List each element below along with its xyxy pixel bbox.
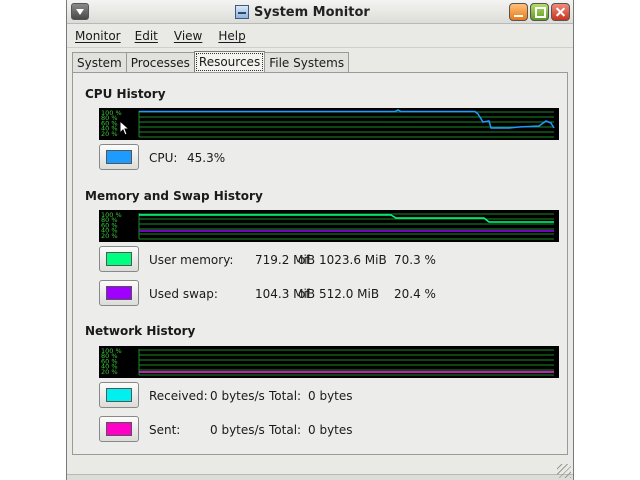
mouse-pointer-icon [119,120,131,136]
menu-view[interactable]: View [174,29,202,43]
received-color-swatch [106,388,132,402]
cpu-line [139,109,555,129]
window-bottom-border [67,474,573,480]
user-memory-color-button[interactable] [99,246,139,272]
system-monitor-icon [235,5,249,19]
user-memory-label: User memory: [149,253,234,267]
user-memory-color-swatch [106,252,132,266]
tab-resources[interactable]: Resources [193,51,266,73]
swap-label: Used swap: [149,287,218,301]
resources-panel: CPU History 100 % 80 % 60 % 40 % 20 % CPU: 4… [72,72,568,455]
user-memory-total: 1023.6 MiB [319,253,387,267]
cpu-color-swatch [106,150,132,164]
menu-monitor[interactable]: Monitor [75,29,121,43]
memory-history-title: Memory and Swap History [85,189,263,203]
memory-history-graph: 100 % 80 % 60 % 40 % 20 % [99,210,559,242]
received-label: Received: [149,389,208,403]
cpu-history-graph: 100 % 80 % 60 % 40 % 20 % [99,108,559,140]
cpu-history-title: CPU History [85,87,166,101]
user-memory-percent: 70.3 % [394,253,436,267]
received-color-button[interactable] [99,382,139,408]
minimize-button[interactable] [509,3,528,21]
menu-help[interactable]: Help [218,29,245,43]
menu-edit[interactable]: Edit [135,29,158,43]
swap-color-button[interactable] [99,280,139,306]
sent-total: 0 bytes [308,423,353,437]
window-title-group: System Monitor [235,3,370,21]
sent-color-button[interactable] [99,416,139,442]
graph-axis-label: 20 % [101,130,118,138]
maximize-button[interactable] [530,3,549,21]
swap-total: 512.0 MiB [319,287,380,301]
swap-color-swatch [106,286,132,300]
received-rate: 0 bytes/s [210,389,265,403]
tab-processes[interactable]: Processes [125,52,195,73]
cpu-color-button[interactable] [99,144,139,170]
network-history-graph: 100 % 80 % 60 % 40 % 20 % [99,346,559,378]
tab-file-systems[interactable]: File Systems [264,52,350,73]
window-menu-button[interactable] [71,3,89,20]
cpu-value: 45.3% [187,151,226,165]
swap-percent: 20.4 % [394,287,436,301]
received-total: 0 bytes [308,389,353,403]
sent-color-swatch [106,422,132,436]
window-title: System Monitor [254,4,370,20]
sent-rate: 0 bytes/s [210,423,265,437]
system-monitor-window: System Monitor Monitor Edit View Help Sy… [66,0,574,480]
graph-axis-label: 20 % [101,368,118,376]
menubar: Monitor Edit View Help [67,25,573,48]
user-memory-of: of [298,253,310,267]
received-total-label: Total: [269,389,302,403]
network-graph-svg: 100 %80 %60 %40 %20 % [101,347,554,376]
memory-graph-svg: 100 %80 %60 %40 %20 % [101,211,554,240]
close-button[interactable] [551,3,570,21]
network-history-title: Network History [85,324,196,338]
sent-total-label: Total: [269,423,302,437]
graph-axis-label: 20 % [101,232,118,240]
cpu-label: CPU: [149,151,178,165]
swap-of: of [298,287,310,301]
resize-grip[interactable] [557,464,571,478]
title-bar[interactable]: System Monitor [67,0,573,24]
tab-bar: System Processes Resources File Systems [72,51,350,73]
cpu-graph-svg: 100 %80 %60 %40 %20 % [101,109,555,138]
sent-label: Sent: [149,423,181,437]
tab-system[interactable]: System [72,52,127,73]
